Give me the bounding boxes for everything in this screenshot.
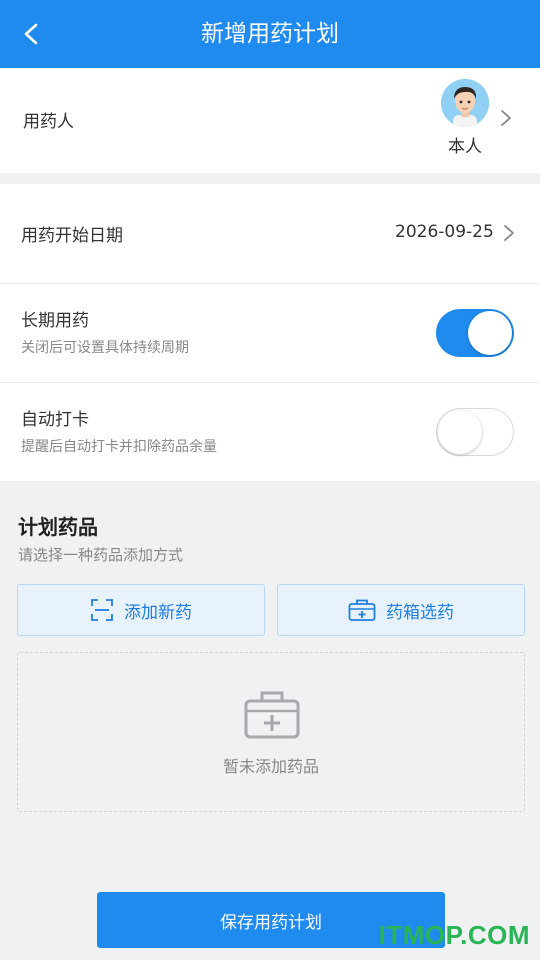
start-date-row[interactable]: 用药开始日期 2026-09-25 bbox=[0, 184, 540, 283]
scan-icon bbox=[91, 599, 113, 621]
medicine-box-icon bbox=[348, 599, 376, 621]
medicine-box-icon bbox=[244, 691, 300, 739]
avatar-icon bbox=[441, 79, 489, 127]
auto-checkin-toggle[interactable] bbox=[436, 408, 514, 456]
toggle-knob bbox=[468, 311, 512, 355]
divider bbox=[0, 283, 540, 284]
from-box-label: 药箱选药 bbox=[386, 602, 454, 623]
page-title: 新增用药计划 bbox=[201, 21, 339, 47]
plan-subtitle: 请选择一种药品添加方式 bbox=[18, 546, 184, 564]
add-new-medicine-button[interactable]: 添加新药 bbox=[17, 584, 265, 636]
empty-medicine-list: 暂未添加药品 bbox=[17, 652, 525, 812]
chevron-right-icon bbox=[504, 225, 514, 241]
long-term-toggle[interactable] bbox=[436, 309, 514, 357]
empty-text: 暂未添加药品 bbox=[222, 757, 319, 776]
settings-card: 用药开始日期 2026-09-25 长期用药 关闭后可设置具体持续周期 自动打卡… bbox=[0, 184, 540, 481]
user-label: 用药人 bbox=[23, 112, 74, 132]
long-term-label: 长期用药 bbox=[21, 311, 89, 331]
toggle-knob bbox=[438, 410, 482, 454]
add-new-label: 添加新药 bbox=[124, 602, 192, 623]
avatar bbox=[441, 79, 489, 127]
chevron-right-icon bbox=[501, 110, 511, 126]
select-from-medicine-box-button[interactable]: 药箱选药 bbox=[277, 584, 525, 636]
long-term-sub: 关闭后可设置具体持续周期 bbox=[21, 340, 189, 356]
user-name: 本人 bbox=[448, 137, 482, 157]
auto-checkin-label: 自动打卡 bbox=[21, 410, 89, 430]
start-date-value: 2026-09-25 bbox=[395, 222, 494, 242]
top-bar: 新增用药计划 bbox=[0, 0, 540, 68]
start-date-label: 用药开始日期 bbox=[21, 226, 123, 246]
user-row[interactable]: 用药人 本人 bbox=[0, 68, 540, 173]
divider bbox=[0, 382, 540, 383]
watermark: ITMOP.COM bbox=[378, 920, 530, 950]
plan-title: 计划药品 bbox=[18, 515, 98, 539]
auto-checkin-sub: 提醒后自动打卡并扣除药品余量 bbox=[21, 439, 217, 455]
